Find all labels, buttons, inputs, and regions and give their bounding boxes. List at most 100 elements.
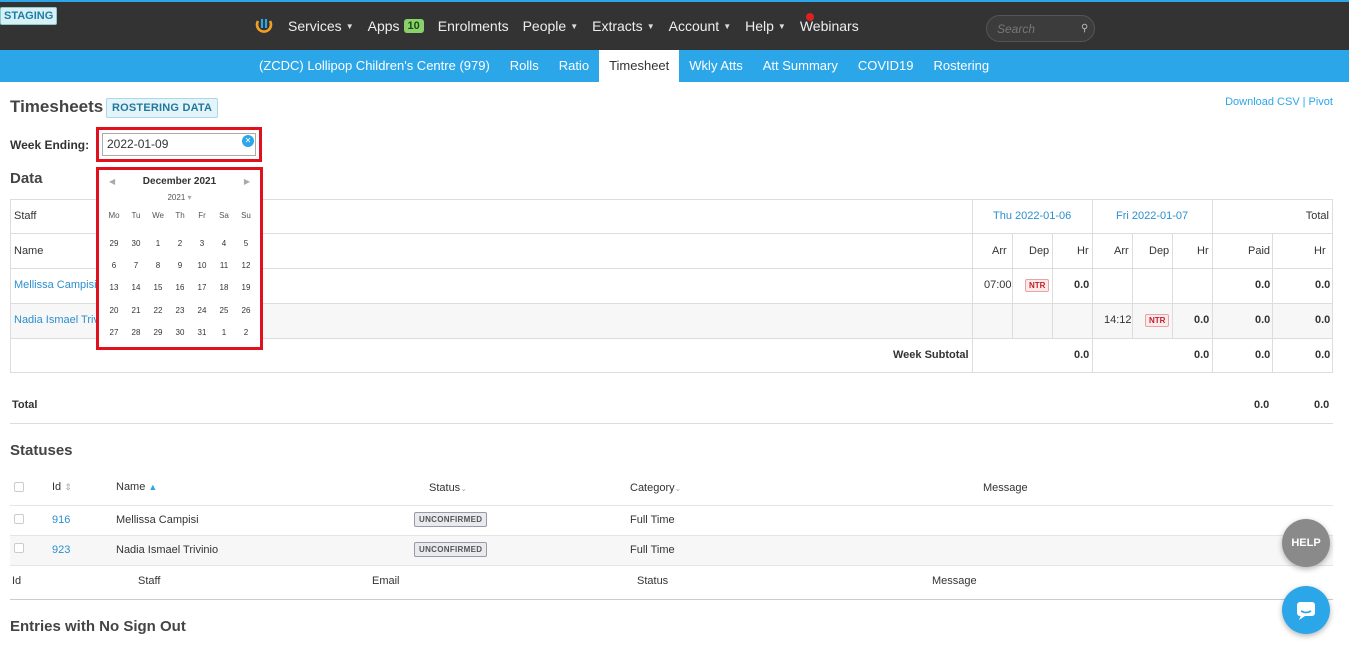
calendar-month-title[interactable]: December 2021 [102,176,257,187]
calendar-day[interactable]: 1 [213,328,235,337]
calendar-day[interactable]: 13 [103,283,125,292]
calendar-day[interactable]: 25 [213,306,235,315]
grand-total-paid: 0.0 [1254,399,1270,411]
next-month-icon[interactable]: ▶ [244,177,250,186]
tab-ratio[interactable]: Ratio [549,50,599,82]
calendar-year-select[interactable]: 2021 ▾ [102,193,257,202]
tab-rolls[interactable]: Rolls [500,50,549,82]
rostering-data-button[interactable]: ROSTERING DATA [106,98,219,118]
calendar-day[interactable]: 12 [235,261,257,270]
calendar-day[interactable]: 31 [191,328,213,337]
weekday-label: Fr [198,210,206,220]
calendar-day[interactable]: 23 [169,306,191,315]
app-logo-icon[interactable] [254,16,274,36]
calendar-day[interactable]: 28 [125,328,147,337]
menu-enrolments[interactable]: Enrolments [438,18,509,34]
fri-hr-cell: 0.0 [1194,314,1210,326]
menu-extracts[interactable]: Extracts ▼ [592,18,655,34]
select-all-checkbox[interactable] [14,482,24,492]
sort-icon: ⇕ [64,482,72,492]
caret-down-icon: ▼ [646,21,655,31]
calendar-day[interactable]: 17 [191,283,213,292]
week-ending-highlight: 2022-01-09 ✕ [96,127,262,162]
calendar-day[interactable]: 24 [191,306,213,315]
caret-down-icon: ▼ [777,21,786,31]
status-id-link[interactable]: 923 [52,544,70,556]
search-icon[interactable]: ⚲ [1081,23,1088,34]
calendar-day[interactable]: 30 [125,239,147,248]
calendar-day[interactable]: 8 [147,261,169,270]
calendar-day[interactable]: 29 [103,239,125,248]
pivot-link[interactable]: Pivot [1309,96,1333,108]
message-col-header: Message [983,482,1028,494]
menu-account[interactable]: Account ▼ [669,18,732,34]
tab-centre[interactable]: (ZCDC) Lollipop Children's Centre (979) [249,50,500,82]
day-header-thu[interactable]: Thu 2022-01-06 [993,210,1071,222]
footer-status-header: Status [637,575,669,587]
category-col-header[interactable]: Category⌄ [630,482,681,494]
week-ending-label: Week Ending: [10,138,90,152]
chat-button[interactable] [1282,586,1330,634]
menu-help[interactable]: Help ▼ [745,18,786,34]
caret-down-icon: ▼ [570,21,579,31]
status-col-header[interactable]: Status⌄ [429,482,467,494]
tab-timesheet[interactable]: Timesheet [599,50,680,82]
calendar-day[interactable]: 18 [213,283,235,292]
calendar-day[interactable]: 29 [147,328,169,337]
calendar-day[interactable]: 21 [125,306,147,315]
fri-dep-header: Dep [1149,245,1170,257]
calendar-day[interactable]: 22 [147,306,169,315]
calendar-day[interactable]: 2 [235,328,257,337]
calendar-day[interactable]: 14 [125,283,147,292]
search-input[interactable] [997,21,1075,36]
tab-covid19[interactable]: COVID19 [848,50,924,82]
menu-apps[interactable]: Apps 10 [368,18,424,34]
tab-wkly-atts[interactable]: Wkly Atts [679,50,752,82]
calendar-day[interactable]: 11 [213,261,235,270]
day-header-fri[interactable]: Fri 2022-01-07 [1116,210,1188,222]
notification-dot [806,13,814,21]
chevron-down-icon: ⌄ [674,484,682,493]
calendar-day[interactable]: 19 [235,283,257,292]
calendar-day[interactable]: 15 [147,283,169,292]
footer-id-header: Id [12,575,22,587]
calendar-day[interactable]: 4 [213,239,235,248]
calendar-day[interactable]: 10 [191,261,213,270]
staff-name-link[interactable]: Mellissa Campisi [14,279,97,291]
menu-services[interactable]: Services ▼ [288,18,354,34]
row-checkbox[interactable] [14,514,24,524]
help-button[interactable]: HELP [1282,519,1330,567]
calendar-day[interactable]: 16 [169,283,191,292]
clear-icon[interactable]: ✕ [242,135,254,147]
calendar-day[interactable]: 3 [191,239,213,248]
table-row: 916 Mellissa Campisi UNCONFIRMED Full Ti… [10,506,1333,536]
menu-people[interactable]: People ▼ [523,18,579,34]
tab-rostering[interactable]: Rostering [924,50,1000,82]
calendar-day[interactable]: 1 [147,239,169,248]
calendar-day[interactable]: 26 [235,306,257,315]
name-col-header[interactable]: Name ▲ [116,481,157,493]
id-col-header[interactable]: Id ⇕ [52,481,72,493]
paid-cell: 0.0 [1255,279,1271,291]
week-ending-input[interactable]: 2022-01-09 [102,133,256,156]
calendar-day[interactable]: 20 [103,306,125,315]
row-checkbox[interactable] [14,543,24,553]
grand-total-label: Total [12,399,38,411]
status-id-link[interactable]: 916 [52,514,70,526]
weekday-label: Th [175,210,185,220]
tab-att-summary[interactable]: Att Summary [753,50,848,82]
calendar-day[interactable]: 27 [103,328,125,337]
weekday-label: Sa [219,210,229,220]
status-name: Nadia Ismael Trivinio [116,544,219,556]
calendar-week: 20 21 22 23 24 25 26 [103,299,257,321]
calendar-day[interactable]: 7 [125,261,147,270]
subtotal-hr: 0.0 [1315,349,1331,361]
calendar-day[interactable]: 30 [169,328,191,337]
total-hr-header: Hr [1314,245,1326,257]
search-box[interactable]: ⚲ [986,15,1095,42]
calendar-day[interactable]: 2 [169,239,191,248]
calendar-day[interactable]: 9 [169,261,191,270]
download-csv-link[interactable]: Download CSV [1225,96,1300,108]
calendar-day[interactable]: 5 [235,239,257,248]
calendar-day[interactable]: 6 [103,261,125,270]
